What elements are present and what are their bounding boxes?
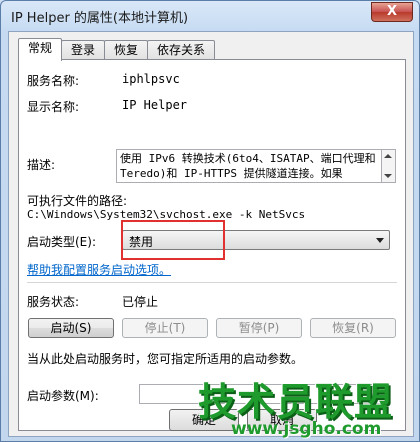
start-params-hint: 当从此处启动服务时，您可指定所适用的启动参数。 — [27, 352, 304, 366]
help-configure-link[interactable]: 帮助我配置服务启动选项。 — [27, 261, 171, 278]
tab-logon[interactable]: 登录 — [61, 40, 106, 60]
startup-type-label: 启动类型(E): — [27, 235, 96, 249]
watermark-logo: 技术员联盟 — [198, 380, 394, 424]
service-name-value: iphlpsvc — [122, 72, 180, 86]
stop-button[interactable]: 停止(T) — [122, 318, 208, 338]
exec-path-label: 可执行文件的路径: — [27, 194, 128, 208]
description-scrollbar[interactable] — [382, 149, 396, 183]
tab-dependencies[interactable]: 依存关系 — [147, 40, 216, 60]
annotation-highlight-box — [121, 220, 225, 260]
pause-button[interactable]: 暂停(P) — [216, 318, 302, 338]
tab-strip: 常规 登录 恢复 依存关系 — [18, 38, 216, 61]
display-name-label: 显示名称: — [27, 100, 80, 114]
scroll-down-icon[interactable] — [384, 174, 392, 178]
divider — [27, 282, 397, 283]
description-textbox[interactable]: 使用 IPv6 转换技术(6to4、ISATAP、端口代理和 Teredo)和 … — [116, 149, 382, 183]
properties-window: IP Helper 的属性(本地计算机) X 常规 登录 恢复 依存关系 服务名… — [0, 0, 420, 442]
window-title: IP Helper 的属性(本地计算机) — [11, 11, 189, 26]
service-name-label: 服务名称: — [27, 74, 80, 88]
display-name-value: IP Helper — [122, 98, 188, 112]
title-bar[interactable]: IP Helper 的属性(本地计算机) X — [1, 1, 419, 30]
chevron-down-icon[interactable] — [376, 238, 384, 243]
resume-button[interactable]: 恢复(R) — [310, 318, 396, 338]
tab-general[interactable]: 常规 — [18, 38, 63, 61]
tab-recovery[interactable]: 恢复 — [104, 40, 149, 60]
close-button[interactable]: X — [371, 2, 413, 22]
description-label: 描述: — [27, 158, 56, 172]
scroll-up-icon[interactable] — [384, 154, 392, 158]
start-params-label: 启动参数(M): — [27, 389, 99, 403]
watermark-url: www.jsgho.com — [231, 419, 382, 439]
start-button[interactable]: 启动(S) — [28, 318, 114, 338]
service-status-value: 已停止 — [122, 295, 159, 309]
service-status-label: 服务状态: — [27, 295, 80, 309]
